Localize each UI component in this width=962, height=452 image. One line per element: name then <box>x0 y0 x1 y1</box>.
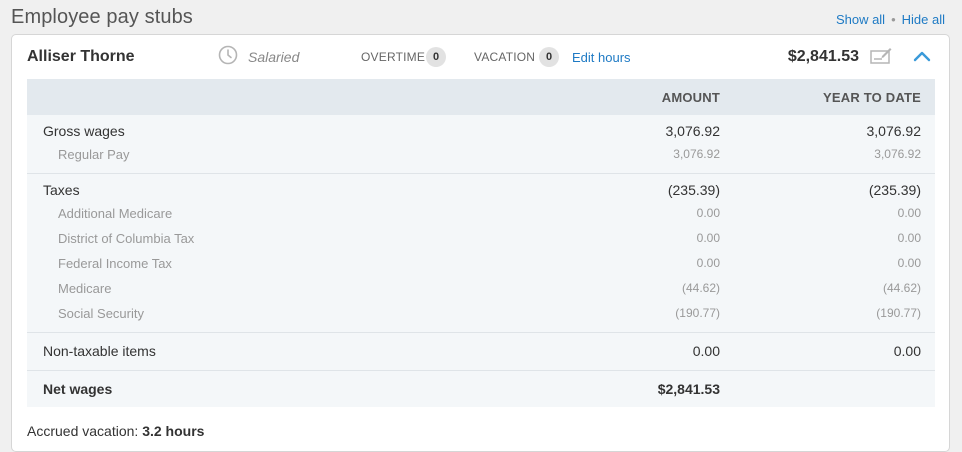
pay-stub-card: Alliser Thorne Salaried OVERTIME 0 VACAT… <box>11 34 950 452</box>
row-label: Additional Medicare <box>58 206 173 221</box>
table-row: Medicare (44.62) (44.62) <box>27 276 935 301</box>
row-amount: (235.39) <box>667 182 720 198</box>
gross-wages-group: Gross wages 3,076.92 3,076.92 Regular Pa… <box>27 115 935 174</box>
employee-summary-row[interactable]: Alliser Thorne Salaried OVERTIME 0 VACAT… <box>12 35 949 79</box>
table-row: Federal Income Tax 0.00 0.00 <box>27 251 935 276</box>
column-header-amount: AMOUNT <box>661 90 720 105</box>
net-wages-row: Net wages $2,841.53 <box>27 371 935 407</box>
page-header: Employee pay stubs Show all • Hide all <box>0 0 962 34</box>
row-amount: $2,841.53 <box>657 381 720 397</box>
employee-name: Alliser Thorne <box>27 48 135 65</box>
nontaxable-group: Non-taxable items 0.00 0.00 <box>27 333 935 371</box>
row-label: Taxes <box>43 182 80 198</box>
row-ytd: 3,076.92 <box>866 123 922 139</box>
overtime-count-badge: 0 <box>426 47 446 67</box>
link-separator: • <box>891 12 896 27</box>
row-ytd: 0.00 <box>897 256 921 270</box>
row-ytd: 3,076.92 <box>874 147 921 161</box>
row-amount: 0.00 <box>696 256 720 270</box>
column-header-ytd: YEAR TO DATE <box>823 90 921 105</box>
row-amount: 3,076.92 <box>665 123 721 139</box>
vacation-label: VACATION <box>474 50 536 64</box>
clock-icon <box>218 45 238 65</box>
header-links: Show all • Hide all <box>836 12 945 27</box>
row-amount: 3,076.92 <box>673 147 720 161</box>
net-pay-total: $2,841.53 <box>787 48 859 65</box>
row-ytd: 0.00 <box>897 206 921 220</box>
accrued-vacation: Accrued vacation: 3.2 hours <box>27 423 204 439</box>
row-label: Federal Income Tax <box>58 256 172 271</box>
row-ytd: 0.00 <box>893 343 921 359</box>
table-row: District of Columbia Tax 0.00 0.00 <box>27 226 935 251</box>
row-amount: (190.77) <box>675 306 720 320</box>
row-label: Medicare <box>58 281 112 296</box>
row-label: District of Columbia Tax <box>58 231 195 246</box>
chevron-up-icon[interactable] <box>912 49 932 63</box>
row-label: Regular Pay <box>58 147 130 162</box>
row-ytd: (44.62) <box>882 281 921 295</box>
row-ytd: 0.00 <box>897 231 921 245</box>
table-row: Taxes (235.39) (235.39) <box>27 176 935 201</box>
edit-hours-link[interactable]: Edit hours <box>572 50 631 65</box>
table-row: Social Security (190.77) (190.77) <box>27 301 935 326</box>
table-row: Regular Pay 3,076.92 3,076.92 <box>27 142 935 167</box>
row-label: Net wages <box>43 381 113 397</box>
page-title: Employee pay stubs <box>11 6 193 28</box>
accrued-vacation-label: Accrued vacation: <box>27 423 139 439</box>
row-amount: 0.00 <box>696 231 720 245</box>
accrued-vacation-value: 3.2 hours <box>142 423 205 439</box>
row-ytd: (190.77) <box>876 306 921 320</box>
row-label: Social Security <box>58 306 144 321</box>
row-amount: 0.00 <box>696 206 720 220</box>
row-ytd: (235.39) <box>868 182 921 198</box>
overtime-label: OVERTIME <box>361 50 426 64</box>
pay-check-icon[interactable] <box>870 45 892 65</box>
show-all-link[interactable]: Show all <box>836 12 885 27</box>
table-row: Non-taxable items 0.00 0.00 <box>27 337 935 362</box>
pay-type: Salaried <box>248 49 300 65</box>
hide-all-link[interactable]: Hide all <box>902 12 945 27</box>
row-label: Gross wages <box>43 123 125 139</box>
table-header: AMOUNT YEAR TO DATE <box>27 79 935 115</box>
taxes-group: Taxes (235.39) (235.39) Additional Medic… <box>27 174 935 333</box>
table-row: Gross wages 3,076.92 3,076.92 <box>27 117 935 142</box>
pay-stub-table: AMOUNT YEAR TO DATE Gross wages 3,076.92… <box>27 79 935 407</box>
row-label: Non-taxable items <box>43 343 156 359</box>
row-amount: 0.00 <box>692 343 720 359</box>
table-row: Additional Medicare 0.00 0.00 <box>27 201 935 226</box>
row-amount: (44.62) <box>681 281 720 295</box>
vacation-count-badge: 0 <box>539 47 559 67</box>
